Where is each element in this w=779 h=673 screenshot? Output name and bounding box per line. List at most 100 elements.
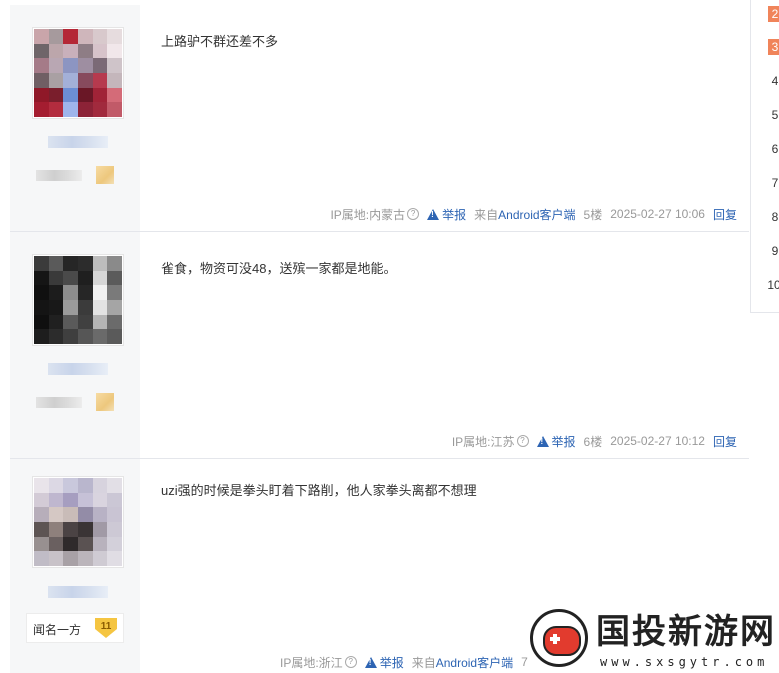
ip-location-text: IP属地:内蒙古	[330, 207, 406, 222]
page-link[interactable]: 8	[768, 209, 779, 225]
avatar-pixel	[92, 87, 108, 103]
page-link[interactable]: 4	[768, 73, 779, 89]
avatar-pixel	[92, 58, 108, 73]
avatar-pixel	[63, 285, 78, 300]
avatar-pixel	[78, 73, 93, 88]
avatar-pixel	[48, 314, 64, 330]
avatar-pixel	[92, 329, 108, 344]
floor-pagination: 2 3 4 5 6 7 8 9 10	[750, 0, 779, 313]
avatar-pixel	[78, 522, 93, 537]
page-link[interactable]: 6	[768, 141, 779, 157]
avatar-pixel	[78, 492, 93, 508]
report-link[interactable]: 举报	[536, 433, 576, 450]
level-badge[interactable]	[26, 388, 124, 418]
page-link[interactable]: 5	[768, 107, 779, 123]
avatar-pixel	[107, 29, 122, 44]
level-badge[interactable]	[26, 161, 124, 191]
post-tail: IP属地:浙江? 举报 来自Android客户端 7	[272, 653, 528, 671]
avatar-pixel	[107, 43, 122, 59]
avatar-pixel	[78, 329, 93, 344]
avatar-pixel	[92, 73, 108, 88]
post-source: 来自Android客户端	[474, 206, 575, 223]
gamepad-logo-icon	[530, 609, 588, 667]
avatar-pixel	[107, 58, 122, 73]
username-blurred[interactable]	[48, 136, 108, 148]
avatar-pixel	[78, 87, 93, 103]
avatar-pixel	[34, 73, 49, 88]
avatar-pixel	[34, 87, 49, 103]
avatar-pixel	[34, 256, 49, 271]
avatar-pixel	[34, 492, 49, 508]
avatar-pixel	[34, 29, 49, 44]
avatar-pixel	[63, 43, 78, 59]
avatar-pixel	[78, 507, 93, 522]
avatar-pixel	[92, 256, 108, 271]
avatar-image	[34, 29, 122, 117]
avatar-image	[34, 256, 122, 344]
post-time: 2025-02-27 10:06	[610, 207, 705, 221]
post-floor-6: 雀食，物资可没48，送殡一家都是地能。 IP属地:江苏? 举报 6楼 2025-…	[10, 232, 749, 459]
post-tail: IP属地:内蒙古? 举报 来自Android客户端 5楼 2025-02-27 …	[322, 205, 737, 223]
source-app-link[interactable]: Android客户端	[498, 208, 575, 222]
avatar-pixel	[92, 43, 108, 59]
avatar-pixel	[63, 102, 78, 117]
username-blurred[interactable]	[48, 586, 108, 598]
reply-link[interactable]: 回复	[713, 433, 737, 450]
avatar-pixel	[63, 522, 78, 537]
source-prefix: 来自	[474, 207, 499, 222]
avatar-pixel	[78, 536, 93, 552]
avatar-pixel	[48, 29, 64, 44]
avatar-pixel	[78, 314, 93, 330]
page-link[interactable]: 3	[768, 39, 779, 55]
avatar-pixel	[34, 270, 49, 286]
badge-name-blurred	[36, 397, 82, 408]
question-icon[interactable]: ?	[407, 208, 420, 220]
avatar-pixel	[63, 329, 78, 344]
post-author-panel	[10, 5, 140, 231]
avatar-pixel	[48, 522, 64, 537]
avatar-pixel	[92, 102, 108, 117]
avatar-pixel	[63, 314, 78, 330]
page-link[interactable]: 2	[768, 6, 779, 22]
badge-level-blurred	[96, 393, 114, 411]
avatar-pixel	[107, 270, 122, 286]
avatar-pixel	[92, 507, 108, 522]
avatar[interactable]	[32, 254, 124, 346]
page-link[interactable]: 9	[768, 243, 779, 259]
avatar-pixel	[48, 478, 64, 493]
avatar-pixel	[63, 256, 78, 271]
username-blurred[interactable]	[48, 363, 108, 375]
avatar-pixel	[34, 536, 49, 552]
ip-location: IP属地:江苏?	[452, 433, 529, 450]
avatar-pixel	[34, 43, 49, 59]
question-icon[interactable]: ?	[516, 435, 529, 447]
report-link[interactable]: 举报	[427, 206, 466, 223]
question-icon[interactable]: ?	[344, 656, 357, 668]
avatar[interactable]	[32, 476, 124, 568]
post-tail: IP属地:江苏? 举报 6楼 2025-02-27 10:12 回复	[444, 432, 737, 450]
avatar-pixel	[92, 551, 108, 566]
avatar-pixel	[78, 285, 93, 300]
warning-icon	[427, 208, 440, 220]
avatar-pixel	[107, 87, 122, 103]
avatar-pixel	[92, 300, 108, 315]
avatar-pixel	[34, 102, 49, 117]
reply-link[interactable]: 回复	[713, 206, 737, 223]
source-app-link[interactable]: Android客户端	[436, 656, 513, 670]
avatar-pixel	[107, 285, 122, 300]
avatar-pixel	[92, 270, 108, 286]
avatar-pixel	[34, 58, 49, 73]
avatar[interactable]	[32, 27, 124, 119]
avatar-pixel	[48, 270, 64, 286]
avatar-pixel	[63, 73, 78, 88]
avatar-pixel	[63, 29, 78, 44]
report-link[interactable]: 举报	[364, 654, 404, 671]
page-link[interactable]: 7	[768, 175, 779, 191]
avatar-pixel	[63, 536, 78, 552]
page-link[interactable]: 10	[764, 277, 779, 293]
avatar-pixel	[63, 492, 78, 508]
floor-number: 5楼	[583, 207, 603, 222]
level-badge[interactable]: 闻名一方 11	[26, 613, 124, 643]
floor-number: 7	[521, 655, 528, 669]
avatar-pixel	[107, 492, 122, 508]
